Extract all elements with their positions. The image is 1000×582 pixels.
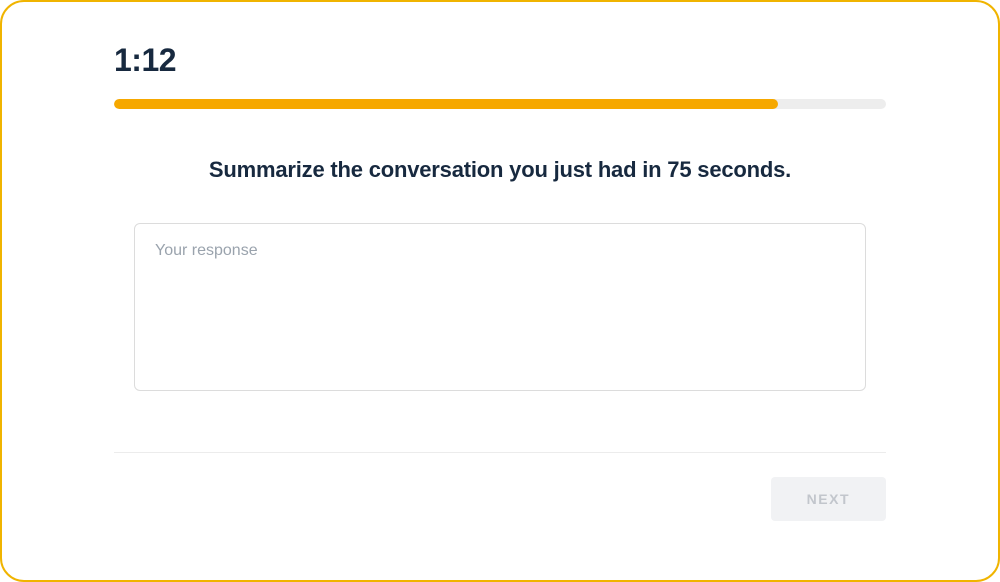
progress-bar (114, 99, 886, 109)
divider (114, 452, 886, 453)
task-card: 1:12 Summarize the conversation you just… (0, 0, 1000, 582)
next-button[interactable]: NEXT (771, 477, 886, 521)
timer-display: 1:12 (114, 42, 958, 79)
footer: NEXT (114, 477, 886, 521)
progress-fill (114, 99, 778, 109)
response-input[interactable] (134, 223, 866, 391)
prompt-text: Summarize the conversation you just had … (42, 157, 958, 183)
progress-track (114, 99, 886, 109)
response-wrapper (134, 223, 866, 396)
